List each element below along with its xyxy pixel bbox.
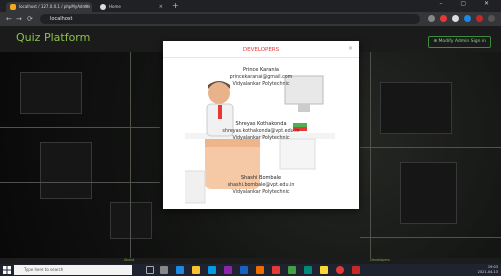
search-icon[interactable] — [146, 266, 154, 274]
app-icon[interactable] — [256, 266, 264, 274]
tab-label: localhost / 127.0.0.1 / phpMyAdmin — [19, 4, 90, 9]
modal-divider — [163, 57, 359, 58]
close-tab-icon[interactable]: × — [159, 2, 163, 12]
menu-icon[interactable] — [488, 15, 495, 22]
developer-college: Vidyalankar Polytechnic — [232, 190, 290, 195]
folder-icon[interactable] — [192, 266, 200, 274]
drawer-shape — [279, 138, 316, 170]
developer-email[interactable]: shashi.bombale@vpt.edu.in — [163, 182, 359, 189]
profile-avatar[interactable] — [476, 15, 483, 22]
browser-tab-phpmyadmin[interactable]: localhost / 127.0.0.1 / phpMyAdmin × — [6, 2, 92, 12]
back-button[interactable]: ← — [6, 15, 12, 23]
phpmyadmin-favicon-icon — [10, 4, 16, 10]
developer-card: Shreyas Kothakonda shreyas.kothakonda@vp… — [163, 121, 359, 142]
developer-email[interactable]: shreyas.kothakonda@vpt.edu.in — [163, 128, 359, 135]
footer-about-link[interactable]: About — [124, 258, 134, 262]
developer-name: Shashi Bombale — [240, 175, 282, 181]
app-icon[interactable] — [352, 266, 360, 274]
clock-date: 2021-04-13 — [477, 270, 498, 274]
app-icon[interactable] — [240, 266, 248, 274]
extension-icon[interactable] — [464, 15, 471, 22]
extension-icon[interactable] — [440, 15, 447, 22]
app-icon[interactable] — [176, 266, 184, 274]
modal-title: DEVELOPERS — [242, 47, 280, 53]
developer-name: Shreyas Kothakonda — [235, 121, 287, 127]
tab-label: Home — [109, 4, 121, 9]
app-icon[interactable] — [208, 266, 216, 274]
reload-button[interactable]: ⟳ — [27, 15, 33, 23]
app-icon[interactable] — [320, 266, 328, 274]
window-controls[interactable]: – ▢ ✕ — [439, 0, 497, 7]
app-icon[interactable] — [288, 266, 296, 274]
footer-developers-link[interactable]: Developers — [370, 258, 390, 262]
new-tab-button[interactable]: + — [172, 1, 179, 10]
developer-college: Vidyalankar Polytechnic — [232, 136, 290, 141]
app-icon[interactable] — [272, 266, 280, 274]
admin-signin-button[interactable]: ⊕ Modify Admin Sign in — [428, 36, 491, 48]
extension-icon[interactable] — [452, 15, 459, 22]
taskbar-search-input[interactable]: Type here to search — [14, 265, 132, 275]
task-view-icon[interactable] — [160, 266, 168, 274]
browser-tab-home[interactable]: Home × — [96, 2, 166, 12]
url-input[interactable]: localhost — [40, 14, 420, 24]
developer-name: Prince Karania — [243, 67, 279, 73]
developer-email[interactable]: princekaranai@gmail.com — [163, 74, 359, 81]
close-tab-icon[interactable]: × — [85, 2, 89, 12]
system-tray-clock[interactable]: 19:03 2021-04-13 — [478, 265, 498, 275]
chrome-icon[interactable] — [336, 266, 344, 274]
app-icon[interactable] — [224, 266, 232, 274]
globe-icon — [100, 4, 106, 10]
person-tie — [218, 105, 222, 119]
forward-button[interactable]: → — [16, 15, 22, 23]
developers-modal: DEVELOPERS × Prince Karania princekarana… — [163, 41, 359, 209]
monitor-stand-shape — [298, 104, 310, 112]
windows-start-icon[interactable] — [3, 266, 11, 274]
close-icon[interactable]: × — [348, 45, 353, 52]
extension-icon[interactable] — [428, 15, 435, 22]
developer-college: Vidyalankar Polytechnic — [232, 82, 290, 87]
brand-logo[interactable]: Quiz Platform — [16, 31, 90, 44]
developer-card: Shashi Bombale shashi.bombale@vpt.edu.in… — [163, 175, 359, 196]
app-icon[interactable] — [304, 266, 312, 274]
developer-card: Prince Karania princekaranai@gmail.com V… — [163, 67, 359, 88]
